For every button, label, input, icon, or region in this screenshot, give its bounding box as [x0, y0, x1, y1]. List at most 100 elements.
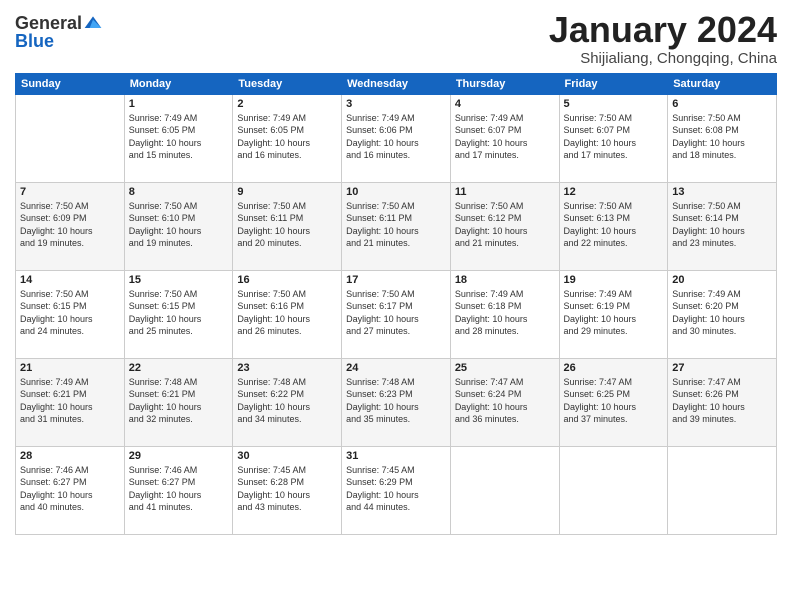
- day-number: 23: [237, 362, 337, 374]
- calendar-cell: 25Sunrise: 7:47 AMSunset: 6:24 PMDayligh…: [450, 358, 559, 446]
- calendar-cell: 28 Sunrise: 7:46 AMSunset: 6:27 PMDayligh…: [16, 446, 125, 534]
- day-info: Sunrise: 7:48 AMSunset: 6:23 PMDaylight:…: [346, 376, 446, 426]
- day-info: Sunrise: 7:50 AMSunset: 6:13 PMDaylight:…: [564, 200, 664, 250]
- day-info: Sunrise: 7:50 AMSunset: 6:07 PMDaylight:…: [564, 112, 664, 162]
- calendar-cell: 17Sunrise: 7:50 AMSunset: 6:17 PMDayligh…: [342, 270, 451, 358]
- day-number: 4: [455, 98, 555, 110]
- calendar-cell: 31Sunrise: 7:45 AMSunset: 6:29 PMDayligh…: [342, 446, 451, 534]
- logo-blue: Blue: [15, 32, 103, 52]
- col-friday: Friday: [559, 73, 668, 94]
- day-info: Sunrise: 7:48 AMSunset: 6:21 PMDaylight:…: [129, 376, 229, 426]
- col-tuesday: Tuesday: [233, 73, 342, 94]
- day-number: 18: [455, 274, 555, 286]
- day-info: Sunrise: 7:50 AMSunset: 6:16 PMDaylight:…: [237, 288, 337, 338]
- day-info: Sunrise: 7:49 AMSunset: 6:19 PMDaylight:…: [564, 288, 664, 338]
- calendar-cell: 14Sunrise: 7:50 AMSunset: 6:15 PMDayligh…: [16, 270, 125, 358]
- calendar-cell: 5 Sunrise: 7:50 AMSunset: 6:07 PMDaylight…: [559, 94, 668, 182]
- calendar-cell: 18 Sunrise: 7:49 AMSunset: 6:18 PMDayligh…: [450, 270, 559, 358]
- day-number: 11: [455, 186, 555, 198]
- day-info: Sunrise: 7:49 AMSunset: 6:06 PMDaylight:…: [346, 112, 446, 162]
- calendar-cell: 7Sunrise: 7:50 AMSunset: 6:09 PMDaylight…: [16, 182, 125, 270]
- day-info: Sunrise: 7:47 AMSunset: 6:25 PMDaylight:…: [564, 376, 664, 426]
- day-info: Sunrise: 7:50 AMSunset: 6:14 PMDaylight:…: [672, 200, 772, 250]
- day-info: Sunrise: 7:49 AMSunset: 6:05 PMDaylight:…: [237, 112, 337, 162]
- day-info: Sunrise: 7:47 AMSunset: 6:26 PMDaylight:…: [672, 376, 772, 426]
- calendar-cell: 2 Sunrise: 7:49 AMSunset: 6:05 PMDaylight…: [233, 94, 342, 182]
- calendar-cell: 29Sunrise: 7:46 AMSunset: 6:27 PMDayligh…: [124, 446, 233, 534]
- day-number: 21: [20, 362, 120, 374]
- calendar-cell: 3 Sunrise: 7:49 AMSunset: 6:06 PMDaylight…: [342, 94, 451, 182]
- day-number: 28: [20, 450, 120, 462]
- col-wednesday: Wednesday: [342, 73, 451, 94]
- month-title: January 2024: [549, 10, 777, 50]
- day-info: Sunrise: 7:50 AMSunset: 6:08 PMDaylight:…: [672, 112, 772, 162]
- day-info: Sunrise: 7:50 AMSunset: 6:11 PMDaylight:…: [346, 200, 446, 250]
- title-block: January 2024 Shijialiang, Chongqing, Chi…: [549, 10, 777, 67]
- page: General Blue January 2024 Shijialiang, C…: [0, 0, 792, 612]
- day-info: Sunrise: 7:50 AMSunset: 6:15 PMDaylight:…: [129, 288, 229, 338]
- day-number: 12: [564, 186, 664, 198]
- day-number: 1: [129, 98, 229, 110]
- logo: General Blue: [15, 14, 103, 52]
- day-info: Sunrise: 7:45 AMSunset: 6:28 PMDaylight:…: [237, 464, 337, 514]
- day-info: Sunrise: 7:50 AMSunset: 6:17 PMDaylight:…: [346, 288, 446, 338]
- day-number: 30: [237, 450, 337, 462]
- col-monday: Monday: [124, 73, 233, 94]
- calendar-cell: 24 Sunrise: 7:48 AMSunset: 6:23 PMDayligh…: [342, 358, 451, 446]
- day-number: 19: [564, 274, 664, 286]
- day-info: Sunrise: 7:50 AMSunset: 6:15 PMDaylight:…: [20, 288, 120, 338]
- subtitle: Shijialiang, Chongqing, China: [549, 50, 777, 67]
- calendar-cell: [16, 94, 125, 182]
- day-number: 22: [129, 362, 229, 374]
- col-saturday: Saturday: [668, 73, 777, 94]
- calendar-cell: 16 Sunrise: 7:50 AMSunset: 6:16 PMDayligh…: [233, 270, 342, 358]
- day-number: 24: [346, 362, 446, 374]
- calendar-cell: 1Sunrise: 7:49 AMSunset: 6:05 PMDaylight…: [124, 94, 233, 182]
- day-number: 3: [346, 98, 446, 110]
- col-thursday: Thursday: [450, 73, 559, 94]
- calendar-cell: 4 Sunrise: 7:49 AMSunset: 6:07 PMDaylight…: [450, 94, 559, 182]
- day-info: Sunrise: 7:49 AMSunset: 6:20 PMDaylight:…: [672, 288, 772, 338]
- day-info: Sunrise: 7:47 AMSunset: 6:24 PMDaylight:…: [455, 376, 555, 426]
- calendar-week-5: 28 Sunrise: 7:46 AMSunset: 6:27 PMDayligh…: [16, 446, 777, 534]
- day-number: 13: [672, 186, 772, 198]
- day-number: 2: [237, 98, 337, 110]
- calendar-cell: 22 Sunrise: 7:48 AMSunset: 6:21 PMDayligh…: [124, 358, 233, 446]
- calendar-cell: 21Sunrise: 7:49 AMSunset: 6:21 PMDayligh…: [16, 358, 125, 446]
- logo-icon: [83, 13, 103, 33]
- day-number: 27: [672, 362, 772, 374]
- calendar-cell: 12 Sunrise: 7:50 AMSunset: 6:13 PMDayligh…: [559, 182, 668, 270]
- day-number: 26: [564, 362, 664, 374]
- calendar-week-3: 14Sunrise: 7:50 AMSunset: 6:15 PMDayligh…: [16, 270, 777, 358]
- day-info: Sunrise: 7:50 AMSunset: 6:09 PMDaylight:…: [20, 200, 120, 250]
- calendar-cell: 27 Sunrise: 7:47 AMSunset: 6:26 PMDayligh…: [668, 358, 777, 446]
- day-number: 15: [129, 274, 229, 286]
- day-number: 8: [129, 186, 229, 198]
- day-number: 20: [672, 274, 772, 286]
- day-number: 10: [346, 186, 446, 198]
- day-number: 29: [129, 450, 229, 462]
- day-info: Sunrise: 7:45 AMSunset: 6:29 PMDaylight:…: [346, 464, 446, 514]
- day-number: 16: [237, 274, 337, 286]
- calendar-cell: 8 Sunrise: 7:50 AMSunset: 6:10 PMDaylight…: [124, 182, 233, 270]
- calendar-week-4: 21Sunrise: 7:49 AMSunset: 6:21 PMDayligh…: [16, 358, 777, 446]
- day-info: Sunrise: 7:46 AMSunset: 6:27 PMDaylight:…: [20, 464, 120, 514]
- calendar-cell: [559, 446, 668, 534]
- day-number: 9: [237, 186, 337, 198]
- calendar-week-2: 7Sunrise: 7:50 AMSunset: 6:09 PMDaylight…: [16, 182, 777, 270]
- calendar-cell: 9Sunrise: 7:50 AMSunset: 6:11 PMDaylight…: [233, 182, 342, 270]
- calendar-cell: 26 Sunrise: 7:47 AMSunset: 6:25 PMDayligh…: [559, 358, 668, 446]
- col-sunday: Sunday: [16, 73, 125, 94]
- calendar-cell: 20 Sunrise: 7:49 AMSunset: 6:20 PMDayligh…: [668, 270, 777, 358]
- calendar-cell: 30 Sunrise: 7:45 AMSunset: 6:28 PMDayligh…: [233, 446, 342, 534]
- day-info: Sunrise: 7:50 AMSunset: 6:10 PMDaylight:…: [129, 200, 229, 250]
- calendar-cell: 10 Sunrise: 7:50 AMSunset: 6:11 PMDayligh…: [342, 182, 451, 270]
- day-info: Sunrise: 7:49 AMSunset: 6:18 PMDaylight:…: [455, 288, 555, 338]
- calendar: Sunday Monday Tuesday Wednesday Thursday…: [15, 73, 777, 535]
- calendar-cell: [668, 446, 777, 534]
- day-number: 5: [564, 98, 664, 110]
- calendar-cell: 23Sunrise: 7:48 AMSunset: 6:22 PMDayligh…: [233, 358, 342, 446]
- calendar-cell: 6Sunrise: 7:50 AMSunset: 6:08 PMDaylight…: [668, 94, 777, 182]
- day-info: Sunrise: 7:49 AMSunset: 6:07 PMDaylight:…: [455, 112, 555, 162]
- calendar-cell: 19 Sunrise: 7:49 AMSunset: 6:19 PMDayligh…: [559, 270, 668, 358]
